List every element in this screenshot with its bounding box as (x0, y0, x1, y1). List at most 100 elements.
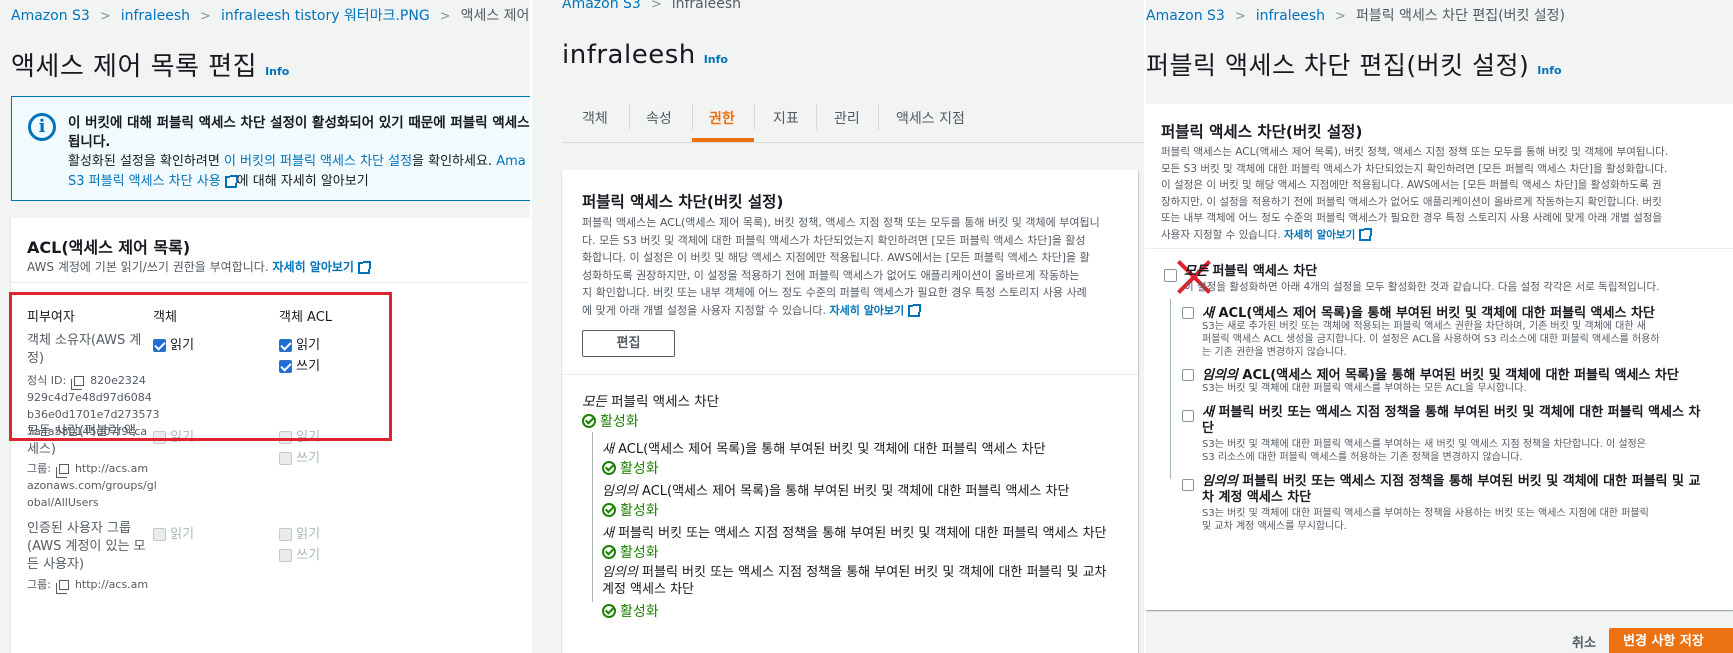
section-title: 퍼블릭 액세스 차단(버킷 설정) (582, 193, 784, 211)
tab-separator (692, 104, 693, 130)
info-link[interactable]: Info (704, 53, 728, 66)
alert-line2: 활성화된 설정을 확인하려면 이 버킷의 퍼블릭 액세스 차단 설정을 확인하세… (68, 150, 526, 169)
desc-line: S3는 새로 추가된 버킷 또는 객체에 적용되는 퍼블릭 액세스 권한을 차단… (1202, 321, 1646, 332)
acl-desc: AWS 계정에 기본 읽기/쓰기 권한을 부여합니다. 자세히 알아보기 (27, 258, 371, 275)
breadcrumb-s3[interactable]: Amazon S3 (1146, 8, 1225, 24)
label-text: 단 (1202, 421, 1214, 436)
group-value: obal/AllUsers (27, 496, 99, 509)
acl-title: ACL(액세스 제어 목록) (27, 238, 191, 257)
copy-icon[interactable] (55, 580, 69, 594)
cancel-button[interactable]: 취소 (1572, 632, 1596, 651)
tab-properties[interactable]: 속성 (646, 108, 672, 128)
copy-icon[interactable] (55, 464, 69, 478)
save-changes-button[interactable]: 변경 사항 저장 (1609, 628, 1733, 653)
breadcrumb-current: infraleesh (671, 0, 742, 12)
label-text: ACL(액세스 제어 목록)을 통해 부여된 버킷 및 객체에 대한 퍼블릭 액… (613, 442, 1046, 457)
emphasis-text: 모든 (582, 394, 607, 410)
emphasis-text: 임의의 (602, 565, 638, 580)
tab-objects[interactable]: 객체 (582, 108, 608, 128)
edit-block-public-access-panel: Amazon S3 > infraleesh > 퍼블릭 액세스 차단 편집(버킷 설정… (1146, 0, 1733, 653)
divider (562, 374, 1138, 375)
tab-management[interactable]: 관리 (834, 108, 860, 128)
external-link-icon (1359, 227, 1373, 241)
highlight-box (9, 292, 392, 441)
grantee-authenticated: 인증된 사용자 그룹 (AWS 계정이 있는 모든 사용자) (27, 520, 146, 574)
breadcrumb-bucket[interactable]: infraleesh (1256, 8, 1325, 24)
group-uri: 그룹: http://acs.am (27, 576, 148, 594)
grantee-name: 든 사용자) (27, 557, 85, 572)
external-link-icon (357, 260, 371, 274)
breadcrumb-s3[interactable]: Amazon S3 (11, 8, 90, 24)
learn-more-link[interactable]: 자세히 알아보기 (272, 260, 353, 274)
page-title-text: 액세스 제어 목록 편집 (11, 52, 258, 82)
breadcrumb-object[interactable]: infraleesh tistory 워터마크.PNG (221, 8, 430, 24)
block-public-access-link[interactable]: S3 퍼블릭 액세스 차단 사용 (68, 174, 221, 189)
label-text: 퍼블릭 액세스 차단 (1207, 264, 1318, 279)
status-any-policy: 활성화 (602, 600, 659, 621)
desc-line: 장하지만, 이 설정을 적용하기 전에 퍼블릭 액세스가 없어도 애플리케이션이… (1161, 195, 1662, 208)
breadcrumb-bucket[interactable]: infraleesh (121, 8, 190, 24)
page-title-text: infraleesh (562, 40, 696, 70)
checkbox-any-policy[interactable] (1182, 479, 1194, 491)
learn-more-link[interactable]: 자세히 알아보기 (1284, 229, 1355, 241)
group-label: 그룹: (27, 578, 51, 591)
alert-tail-link[interactable]: Ama (496, 154, 526, 169)
check-circle-icon (602, 603, 616, 618)
desc-line: 다. 모든 S3 버킷 및 객체에 대한 퍼블릭 액세스가 차단되었는지 확인하… (582, 233, 1086, 247)
checkbox-new-acl[interactable] (1182, 307, 1194, 319)
info-link[interactable]: Info (1537, 64, 1561, 77)
tab-separator (754, 104, 755, 130)
desc-line: S3는 버킷 및 객체에 대한 퍼블릭 액세스를 부여하는 새 버킷 및 액세스… (1202, 439, 1646, 450)
info-link[interactable]: Info (265, 65, 289, 78)
tab-permissions[interactable]: 권한 (709, 108, 735, 128)
desc-line: 또는 내부 객체에 어느 정도 수준의 퍼블릭 액세스가 필요한 경우 특정 스… (1161, 212, 1663, 224)
chevron-right-icon: > (650, 0, 662, 12)
all-block-label: 모든 퍼블릭 액세스 차단 (1184, 260, 1317, 279)
info-alert: i 이 버킷에 대해 퍼블릭 액세스 차단 설정이 활성화되어 있기 때문에 퍼… (11, 96, 530, 201)
edit-button[interactable]: 편집 (582, 330, 675, 357)
bucket-block-settings-link[interactable]: 이 버킷의 퍼블릭 액세스 차단 설정 (224, 154, 412, 169)
desc-line: 화합니다. 이 설정은 이 버킷 및 해당 액세스 지점에만 적용됩니다. AW… (582, 251, 1090, 264)
auth-acl-read[interactable]: 읽기 (279, 523, 320, 542)
section-title: 퍼블릭 액세스 차단(버킷 설정) (1161, 123, 1363, 141)
learn-more-link[interactable]: 자세히 알아보기 (830, 304, 905, 317)
tree-line (592, 432, 593, 602)
label-text: ACL(액세스 제어 목록)을 통해 부여된 버킷 및 객체에 대한 퍼블릭 액… (637, 484, 1070, 499)
breadcrumb: Amazon S3 > infraleesh > 퍼블릭 액세스 차단 편집(버킷 설정… (1146, 5, 1565, 25)
auth-acl-write[interactable]: 쓰기 (279, 544, 320, 563)
all-block-desc: 이 설정을 활성화하면 아래 4개의 설정을 모두 활성화한 것과 같습니다. … (1184, 281, 1660, 293)
desc-line: 퍼블릭 액세스는 ACL(액세스 제어 목록), 버킷 정책, 액세스 지점 정… (1161, 146, 1669, 158)
breadcrumb-s3[interactable]: Amazon S3 (562, 0, 641, 12)
alert-text: 에 대해 자세히 알아보기 (236, 174, 369, 189)
desc-line: 퍼블릭 액세스는 ACL(액세스 제어 목록), 버킷 정책, 액세스 지점 정… (582, 216, 1100, 229)
emphasis-text: 새 (1202, 306, 1214, 321)
auth-object-read[interactable]: 읽기 (153, 523, 194, 542)
label-text: 차 계정 액세스 차단 (1202, 490, 1312, 505)
setting-desc: S3는 버킷 및 객체에 대한 퍼블릭 액세스를 부여하는 정책을 사용하는 버… (1202, 507, 1649, 533)
breadcrumb: Amazon S3 > infraleesh > infraleesh tistory … (11, 5, 530, 25)
status-new-policy: 활성화 (602, 541, 659, 562)
desc-line: 이 설정은 이 버킷 및 해당 액세스 지점에만 적용됩니다. AWS에서는 [… (1161, 179, 1662, 191)
everyone-acl-write[interactable]: 쓰기 (279, 447, 320, 466)
all-block-label: 모든 퍼블릭 액세스 차단 (582, 390, 719, 410)
check-circle-icon (602, 544, 616, 559)
emphasis-text: 새 (602, 442, 614, 457)
tab-access-points[interactable]: 액세스 지점 (896, 108, 965, 128)
desc-line: S3는 버킷 및 객체에 대한 퍼블릭 액세스를 부여하는 정책을 사용하는 버… (1202, 508, 1649, 519)
tabs-underline (562, 142, 1144, 143)
checkbox-all-block[interactable] (1164, 269, 1177, 282)
divider (1146, 248, 1733, 249)
label-text: 퍼블릭 버킷 또는 액세스 지점 정책을 통해 부여된 버킷 및 객체에 대한 … (1213, 405, 1701, 420)
checkbox-new-policy[interactable] (1182, 410, 1194, 422)
tab-metrics[interactable]: 지표 (773, 108, 799, 128)
setting-desc: S3는 버킷 및 객체에 대한 퍼블릭 액세스를 부여하는 새 버킷 및 액세스… (1202, 438, 1646, 464)
label-text: ACL(액세스 제어 목록)을 통해 부여된 버킷 및 객체에 대한 퍼블릭 액… (1213, 306, 1655, 321)
alert-text: 활성화된 설정을 확인하려면 (68, 154, 220, 169)
check-circle-icon (602, 502, 616, 517)
desc-line: 사용자 지정할 수 있습니다. (1161, 228, 1281, 241)
checkbox-any-acl[interactable] (1182, 369, 1194, 381)
emphasis-text: 임의의 (1202, 368, 1238, 383)
check-circle-icon (602, 460, 616, 475)
status-text: 활성화 (620, 502, 659, 519)
all-block-status: 활성화 (582, 410, 639, 431)
